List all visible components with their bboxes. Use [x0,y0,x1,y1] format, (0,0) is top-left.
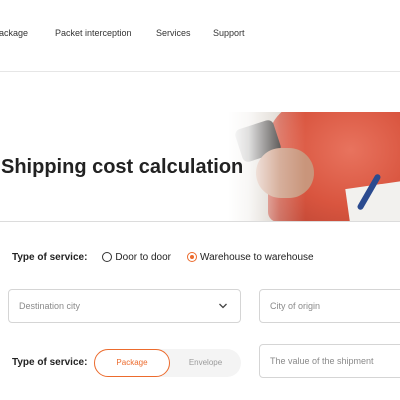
destination-city-placeholder: Destination city [19,301,81,311]
radio-label: Warehouse to warehouse [200,251,314,263]
chevron-down-icon [219,303,227,309]
radio-unchecked-icon [102,252,113,262]
shipment-value-field[interactable]: The value of the shipment [259,344,400,378]
radio-warehouse-to-warehouse[interactable]: Warehouse to warehouse [187,252,314,263]
nav-item-packet-interception[interactable]: Packet interception [55,28,132,38]
nav-item-package[interactable]: package [0,28,28,38]
hero-image [228,112,400,221]
shipment-type-label: Type of service: [12,357,88,368]
toggle-envelope[interactable]: Envelope [170,349,241,377]
destination-city-select[interactable]: Destination city [8,289,241,323]
top-navigation: package Packet interception Services Sup… [0,0,400,72]
hero-banner: Shipping cost calculation [0,112,400,222]
origin-city-field[interactable]: City of origin [259,289,400,323]
service-type-label: Type of service: [12,251,88,263]
page-title: Shipping cost calculation [1,156,244,178]
shipment-type-toggle: Package Envelope [94,349,241,377]
nav-item-support[interactable]: Support [213,28,245,38]
radio-door-to-door[interactable]: Door to door [102,252,171,263]
shipment-value-placeholder: The value of the shipment [270,356,374,366]
radio-checked-icon [187,252,197,262]
origin-city-placeholder: City of origin [270,301,321,311]
radio-label: Door to door [115,251,171,263]
nav-item-services[interactable]: Services [156,28,191,38]
toggle-package[interactable]: Package [94,349,170,377]
service-type-selector: Type of service: Door to door Warehouse … [12,250,330,264]
